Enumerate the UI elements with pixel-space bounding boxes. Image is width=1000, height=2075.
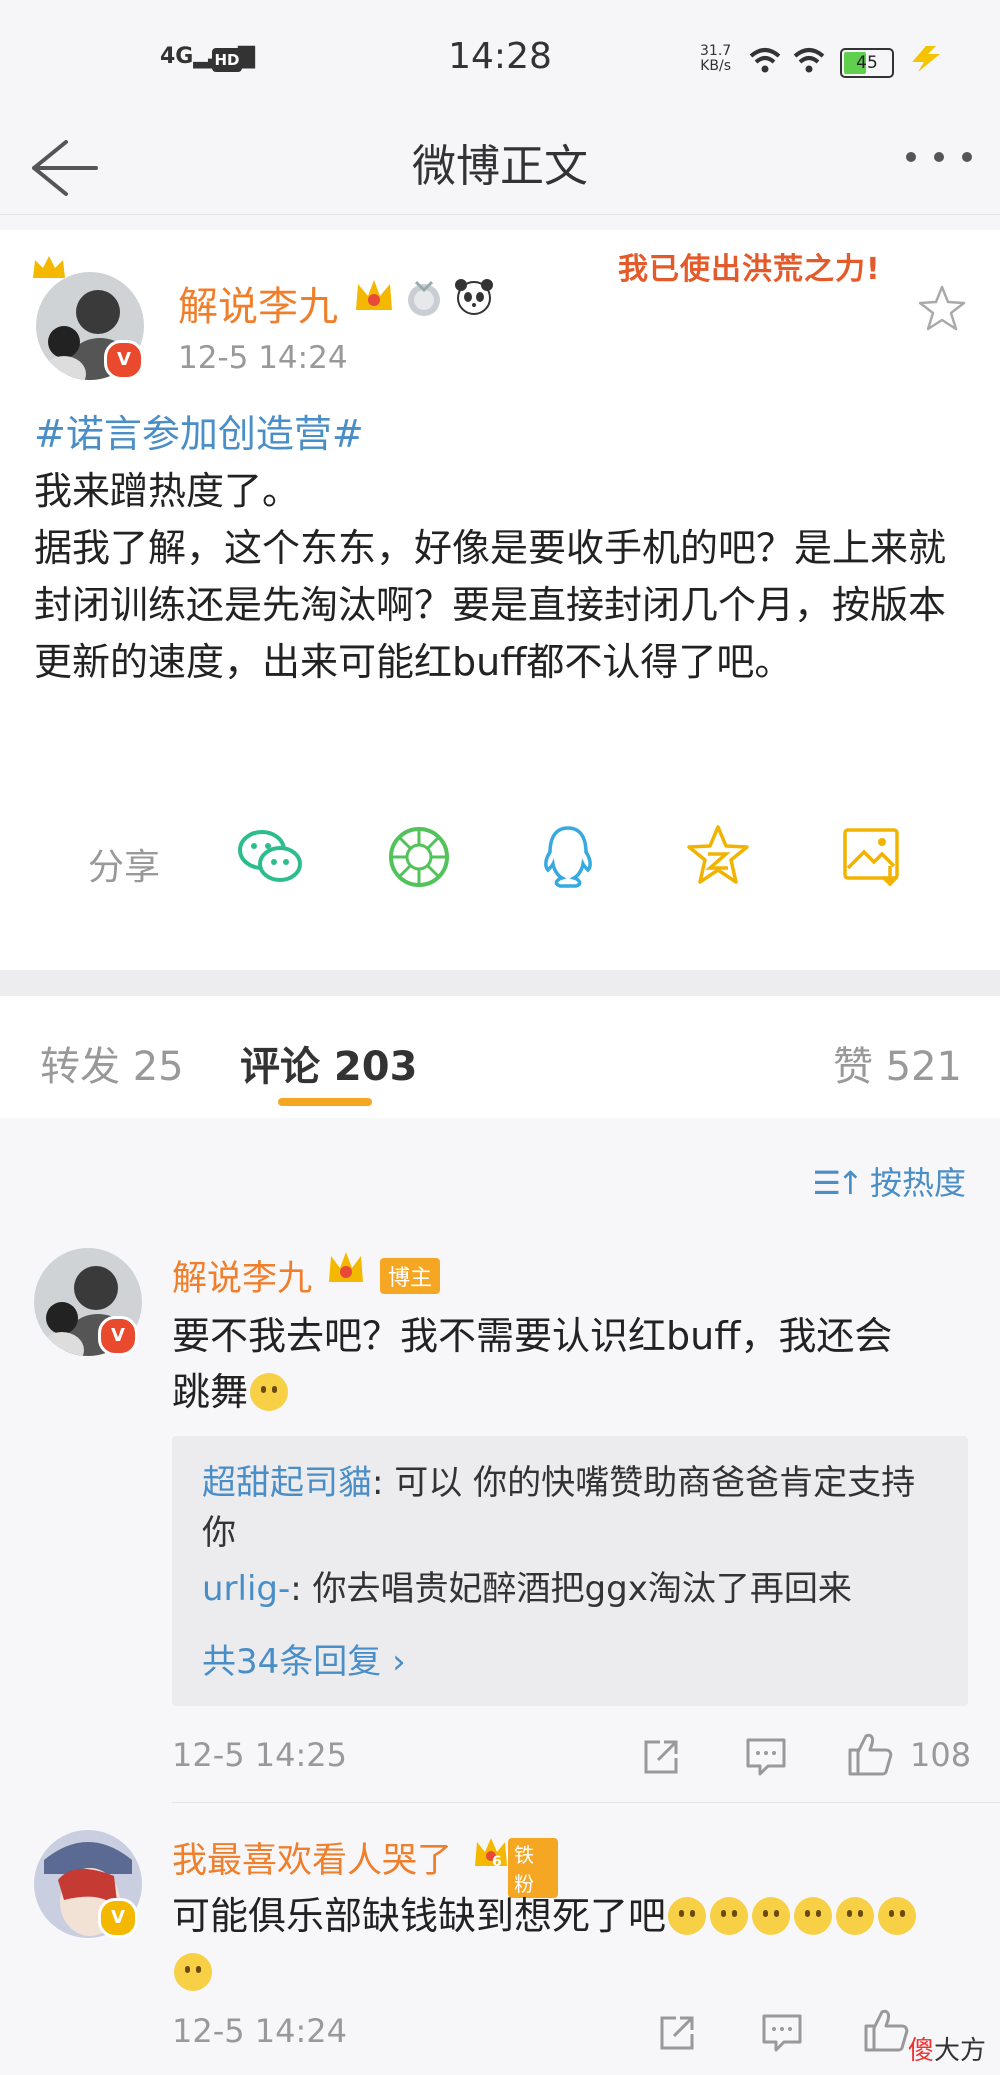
comment-text-line-1: 要不我去吧？我不需要认识红buff，我还会	[172, 1314, 893, 1358]
sort-label: 按热度	[869, 1164, 966, 1202]
repost-icon[interactable]	[640, 1736, 682, 1778]
post-author-name[interactable]: 解说李九	[178, 274, 338, 332]
comment-text: 要不我去吧？我不需要认识红buff，我还会 跳舞	[172, 1308, 972, 1420]
post-time: 12-5 14:24	[178, 340, 348, 376]
medal-icon	[408, 280, 440, 316]
watermark-brand-red: 傻	[907, 2036, 934, 2066]
battery-level: 45	[856, 53, 878, 73]
post-hashtag[interactable]: #诺言参加创造营#	[34, 406, 964, 463]
watermark-brand-rest: 大方	[933, 2036, 986, 2066]
comment-author[interactable]: 解说李九	[172, 1250, 312, 1301]
wechat-icon[interactable]	[236, 826, 306, 888]
qq-icon[interactable]	[540, 824, 596, 890]
save-image-icon[interactable]	[842, 826, 902, 888]
comment-time: 12-5 14:25	[172, 1736, 348, 1774]
favorite-star-icon[interactable]	[918, 284, 966, 332]
reply-author[interactable]: 超甜起司貓	[202, 1463, 372, 1503]
charging-bolt-icon	[912, 46, 940, 72]
network-speed: 31.7 KB/s	[700, 44, 731, 74]
reply-box[interactable]: 超甜起司貓: 可以 你的快嘴赞助商爸爸肯定支持你 urlig-: 你去唱贵妃醉酒…	[172, 1436, 968, 1706]
speed-value: 31.7	[700, 43, 732, 59]
vip-crown-icon	[356, 280, 392, 310]
verified-badge-icon: V	[98, 1316, 138, 1356]
comment-list: ☰↑ 按热度 V 解说李九 博主 要不我去吧？我不需要认识红buff，我还会 跳…	[0, 1118, 1000, 2075]
repost-icon[interactable]	[656, 2012, 698, 2054]
like-icon[interactable]	[846, 1730, 894, 1778]
emoji-icon	[710, 1897, 749, 1935]
watermark: 傻大方	[908, 2030, 986, 2067]
post-sticker: 我已使出洪荒之力!	[618, 252, 881, 287]
comment-divider	[172, 1802, 1000, 1803]
fan-level: 6	[492, 1854, 502, 1870]
wifi-icon	[749, 48, 781, 73]
like-count: 108	[910, 1736, 972, 1774]
qzone-icon[interactable]	[686, 824, 750, 888]
comment-text: 可能俱乐部缺钱缺到想死了吧	[172, 1888, 972, 2000]
wifi-icon-2	[793, 48, 825, 73]
tab-comments[interactable]: 评论 203	[240, 1034, 417, 1092]
reply-item: 超甜起司貓: 可以 你的快嘴赞助商爸爸肯定支持你	[202, 1458, 942, 1558]
verified-badge-icon: V	[104, 340, 144, 380]
status-bar: 4G▂▃▅▇ HD 14:28 31.7 KB/s 45	[0, 0, 1000, 120]
verified-badge-icon: V	[98, 1898, 138, 1938]
comment-icon[interactable]	[760, 2012, 804, 2054]
battery-indicator: 45	[840, 48, 894, 78]
share-row: 分享	[0, 816, 1000, 896]
comment-author[interactable]: 我最喜欢看人哭了	[172, 1832, 452, 1883]
tab-active-indicator	[278, 1098, 372, 1106]
emoji-icon	[836, 1897, 875, 1935]
comment-text-body: 可能俱乐部缺钱缺到想死了吧	[172, 1894, 667, 1938]
emoji-icon	[794, 1897, 833, 1935]
reply-text: : 你去唱贵妃醉酒把ggx淘汰了再回来	[290, 1569, 852, 1609]
fan-crown-icon	[475, 1838, 507, 1866]
page-title: 微博正文	[412, 141, 588, 192]
sort-button[interactable]: ☰↑ 按热度	[812, 1158, 966, 1204]
emoji-icon	[174, 1953, 212, 1991]
owner-badge: 博主	[380, 1258, 441, 1294]
comment-icon[interactable]	[744, 1736, 788, 1778]
post-card: V 解说李九 12-5 14:24 我已使出洪荒之力! #诺言参加创造营# 我来…	[0, 230, 1000, 970]
emoji-icon	[878, 1897, 917, 1935]
more-icon[interactable]	[904, 150, 974, 164]
speed-unit: KB/s	[700, 58, 731, 74]
emoji-icon	[250, 1373, 289, 1411]
section-divider	[0, 970, 1000, 996]
emoji-icon	[752, 1897, 791, 1935]
moments-icon[interactable]	[388, 826, 450, 888]
post-author-label: 解说李九	[178, 284, 338, 330]
reply-item: urlig-: 你去唱贵妃醉酒把ggx淘汰了再回来	[202, 1564, 942, 1614]
tab-repost[interactable]: 转发 25	[40, 1034, 184, 1092]
emoji-icon	[668, 1897, 707, 1935]
panda-icon	[455, 279, 493, 315]
post-text: 我来蹭热度了。 据我了解，这个东东，好像是要收手机的吧？是上来就封闭训练还是先淘…	[34, 469, 947, 684]
crown-icon	[33, 256, 65, 278]
like-icon[interactable]	[862, 2006, 910, 2054]
nav-bar: 微博正文	[0, 120, 1000, 215]
post-body: #诺言参加创造营# 我来蹭热度了。 据我了解，这个东东，好像是要收手机的吧？是上…	[34, 406, 964, 691]
sort-icon: ☰↑	[812, 1164, 863, 1202]
reply-author[interactable]: urlig-	[202, 1569, 290, 1609]
vip-crown-icon	[329, 1252, 363, 1282]
tab-likes[interactable]: 赞 521	[833, 1034, 962, 1092]
comment-text-line-2: 跳舞	[172, 1370, 249, 1414]
comment-time: 12-5 14:24	[172, 2012, 348, 2050]
tab-bar: 转发 25 评论 203 赞 521	[0, 996, 1000, 1119]
fan-badge: 6 铁粉	[472, 1834, 558, 1898]
share-label: 分享	[88, 847, 161, 888]
more-replies-link[interactable]: 共34条回复 ›	[202, 1634, 406, 1683]
comment-text-line-2-wrap: 跳舞	[172, 1364, 972, 1420]
